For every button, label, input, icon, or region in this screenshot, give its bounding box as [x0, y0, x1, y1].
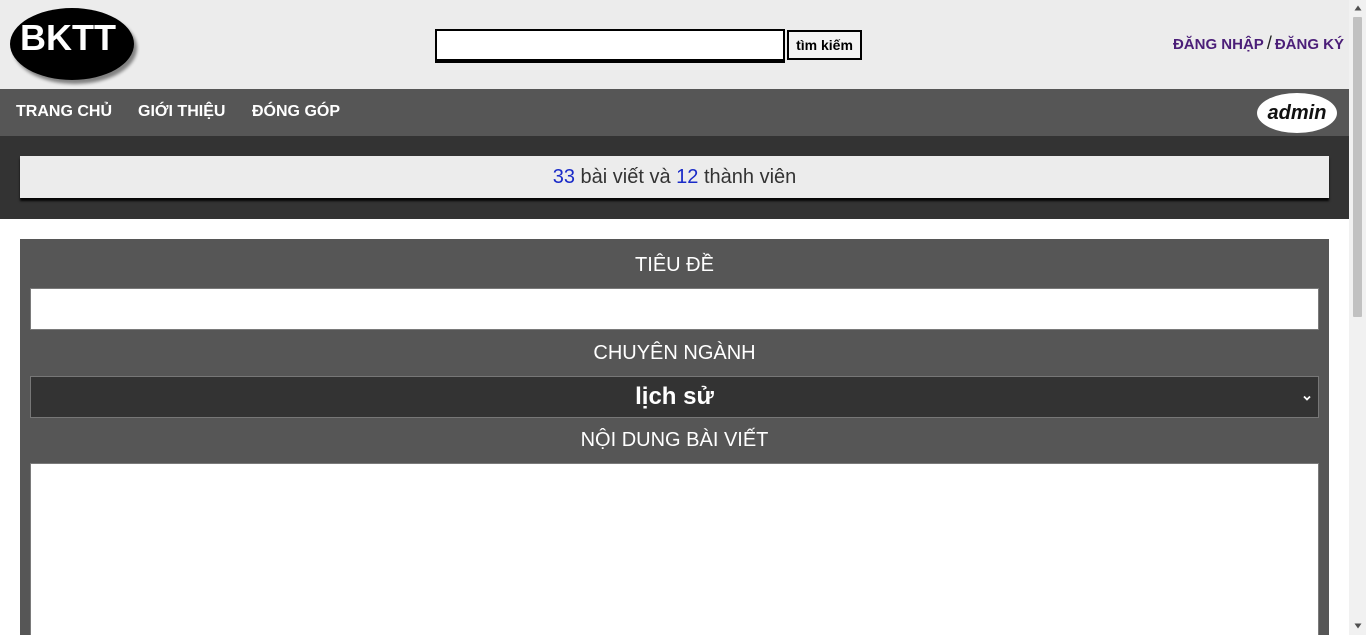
posts-count: 33	[552, 166, 575, 188]
major-select[interactable]: lịch sử	[30, 376, 1319, 418]
major-selected-value: lịch sử	[635, 383, 714, 410]
user-badge[interactable]: admin	[1257, 93, 1337, 133]
login-link[interactable]: ĐĂNG NHẬP	[1173, 36, 1264, 53]
auth-links: ĐĂNG NHẬP / ĐĂNG KÝ	[1173, 33, 1344, 54]
vertical-scrollbar[interactable]	[1349, 0, 1366, 635]
content-label: NỘI DUNG BÀI VIẾT	[580, 429, 769, 451]
page: BKTT tìm kiếm ĐĂNG NHẬP / ĐĂNG KÝ TRANG CH…	[0, 0, 1366, 635]
nav-item-about[interactable]: GIỚI THIỆU	[138, 89, 225, 136]
scrollbar-thumb[interactable]	[1353, 17, 1362, 317]
navbar: TRANG CHỦ GIỚI THIỆU ĐÓNG GÓP admin	[0, 89, 1349, 136]
chevron-down-icon	[1302, 377, 1312, 417]
title-label: TIÊU ĐỀ	[635, 254, 714, 276]
auth-separator: /	[1266, 33, 1272, 53]
search-button[interactable]: tìm kiếm	[787, 30, 862, 60]
nav-item-contribute[interactable]: ĐÓNG GÓP	[252, 89, 340, 136]
stats-band: 33 bài viết và 12 thành viên	[0, 136, 1349, 219]
members-text: thành viên	[703, 166, 797, 188]
header: BKTT tìm kiếm ĐĂNG NHẬP / ĐĂNG KÝ	[0, 0, 1349, 89]
posts-text: bài viết và	[580, 166, 671, 188]
nav-item-home[interactable]: TRANG CHỦ	[16, 89, 112, 136]
major-label: CHUYÊN NGÀNH	[593, 342, 756, 364]
members-count: 12	[676, 166, 699, 188]
logo[interactable]: BKTT	[10, 8, 134, 80]
search-input[interactable]	[435, 29, 785, 63]
post-form: TIÊU ĐỀ CHUYÊN NGÀNH lịch sử NỘI DUNG BÀ…	[20, 239, 1329, 635]
scroll-up-arrow-icon[interactable]	[1349, 0, 1366, 17]
register-link[interactable]: ĐĂNG KÝ	[1275, 36, 1344, 53]
logo-text: BKTT	[20, 17, 116, 58]
title-input[interactable]	[30, 288, 1319, 330]
scroll-down-arrow-icon[interactable]	[1349, 618, 1366, 635]
content-textarea[interactable]	[30, 463, 1319, 635]
stats-summary: 33 bài viết và 12 thành viên	[20, 156, 1329, 198]
